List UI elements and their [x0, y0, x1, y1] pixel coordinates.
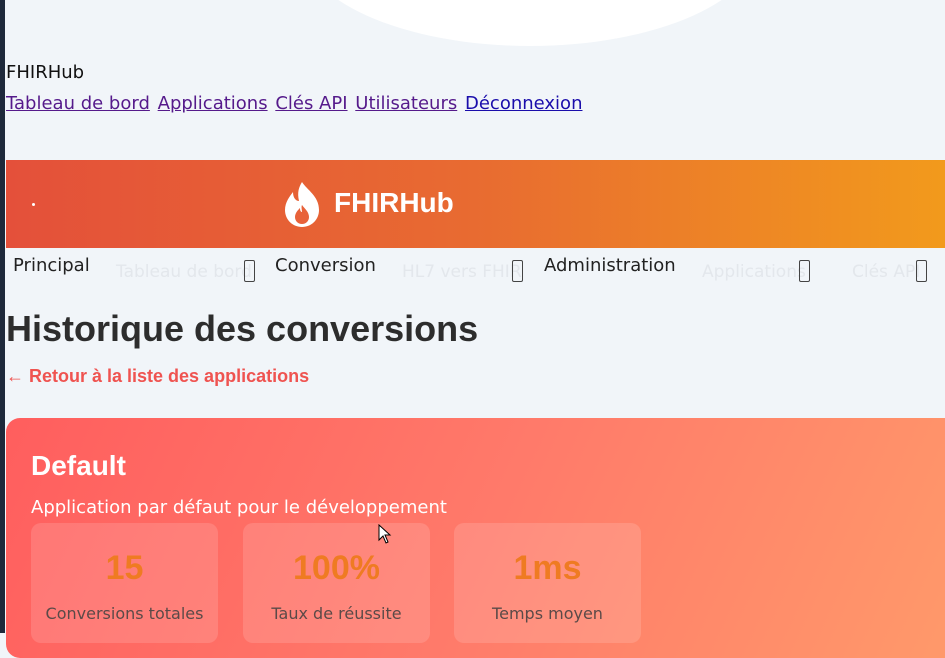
sidebar-menu: Principal Tableau de bord Conversion HL7…: [6, 248, 945, 298]
menu-section-principal: Principal: [13, 255, 90, 276]
menu-icon-box: [916, 260, 927, 282]
nav-link-users[interactable]: Utilisateurs: [355, 93, 457, 114]
stat-label: Conversions totales: [45, 604, 204, 623]
menu-item-api-keys[interactable]: Clés API: [852, 262, 920, 282]
stat-value: 100%: [293, 549, 380, 587]
nav-link-applications[interactable]: Applications: [158, 93, 268, 114]
window-left-border: [0, 0, 5, 633]
nav-link-api-keys[interactable]: Clés API: [275, 93, 347, 114]
decorative-blob: [300, 0, 760, 46]
stat-value: 1ms: [513, 549, 582, 587]
back-to-applications-link[interactable]: ← Retour à la liste des applications: [6, 366, 309, 387]
menu-icon-box: [244, 260, 255, 282]
unstyled-brand: FHIRHub: [6, 62, 85, 83]
application-name: Default: [31, 450, 126, 481]
menu-item-applications[interactable]: Applications: [702, 262, 806, 282]
menu-icon-box: [512, 260, 523, 282]
page-title: Historique des conversions: [6, 308, 479, 349]
unstyled-nav: Tableau de bord Applications Clés API Ut…: [6, 93, 584, 114]
nav-link-dashboard[interactable]: Tableau de bord: [6, 93, 150, 114]
stat-success-rate: 100% Taux de réussite: [243, 523, 430, 643]
application-description: Application par défaut pour le développe…: [31, 497, 447, 518]
stat-label: Temps moyen: [492, 604, 603, 623]
brand-title: FHIRHub: [334, 187, 454, 218]
stat-average-time: 1ms Temps moyen: [454, 523, 641, 643]
menu-section-conversion: Conversion: [275, 255, 376, 276]
menu-section-administration: Administration: [544, 255, 676, 276]
mouse-cursor-icon: [378, 524, 392, 544]
application-summary-card: Default Application par défaut pour le d…: [6, 418, 945, 658]
menu-icon-box: [799, 260, 810, 282]
brand-banner: FHIRHub: [6, 160, 945, 248]
stat-total-conversions: 15 Conversions totales: [31, 523, 218, 643]
nav-link-logout[interactable]: Déconnexion: [465, 93, 583, 114]
sidebar-toggle-dot[interactable]: [32, 203, 35, 206]
menu-item-hl7-fhir[interactable]: HL7 vers FHIR: [402, 262, 522, 282]
stat-label: Taux de réussite: [271, 604, 402, 623]
stat-value: 15: [105, 549, 144, 587]
menu-item-dashboard[interactable]: Tableau de bord: [116, 262, 252, 282]
flame-icon: [285, 182, 319, 227]
